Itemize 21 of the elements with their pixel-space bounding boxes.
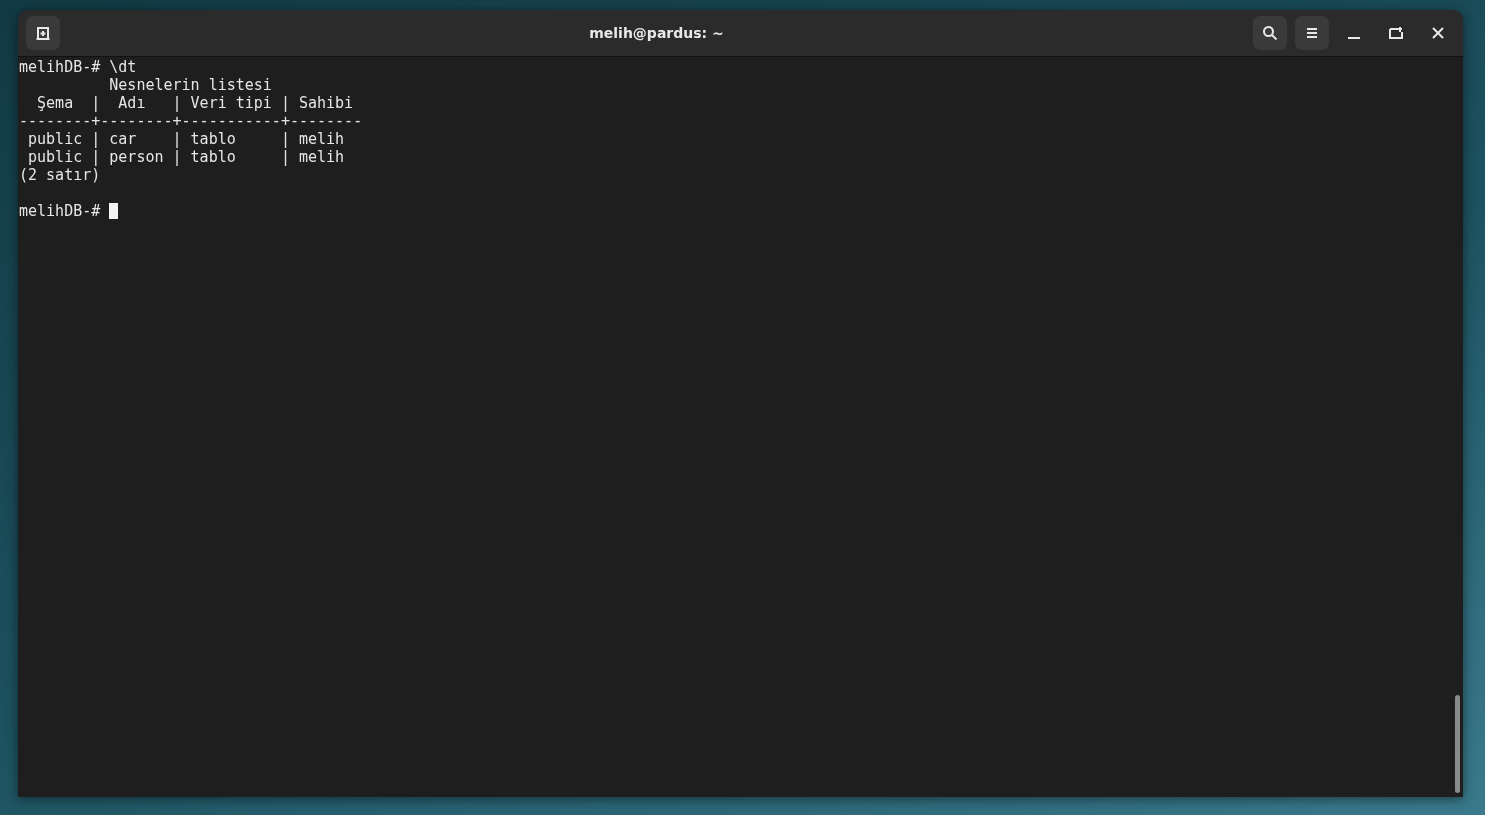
new-tab-button[interactable] — [26, 16, 60, 50]
scrollbar-thumb[interactable] — [1455, 695, 1460, 793]
menu-icon — [1305, 26, 1319, 40]
close-icon — [1431, 26, 1445, 40]
terminal-line: public | car | tablo | melih — [27, 130, 345, 148]
search-button[interactable] — [1253, 16, 1287, 50]
terminal-line: Şema | Adı | Veri tipi | Sahibi — [36, 94, 354, 112]
search-icon — [1262, 25, 1278, 41]
restore-icon — [1389, 26, 1403, 40]
window-title: melih@pardus: ~ — [588, 25, 725, 41]
menu-button[interactable] — [1295, 16, 1329, 50]
terminal-line: public | person | tablo | melih — [27, 148, 345, 166]
terminal-line: Nesnelerin listesi — [108, 76, 272, 94]
text-cursor — [109, 203, 119, 219]
terminal-line: --------+--------+-----------+-------- — [19, 112, 363, 130]
terminal-area[interactable]: melihDB-# \dt Nesnelerin listesi Şema | Adı | Veri tipi | Sahibi --------+--------+-----------+-------- public | car | tablo | melih public | person | tablo | melih (2 satır) melihDB-# — [18, 57, 1451, 797]
new-tab-icon — [35, 25, 51, 41]
minimize-icon — [1348, 37, 1360, 39]
shell-prompt: melihDB-# — [19, 202, 102, 220]
terminal-line: (2 satır) — [19, 166, 101, 184]
terminal-line: melihDB-# \dt — [19, 58, 137, 76]
